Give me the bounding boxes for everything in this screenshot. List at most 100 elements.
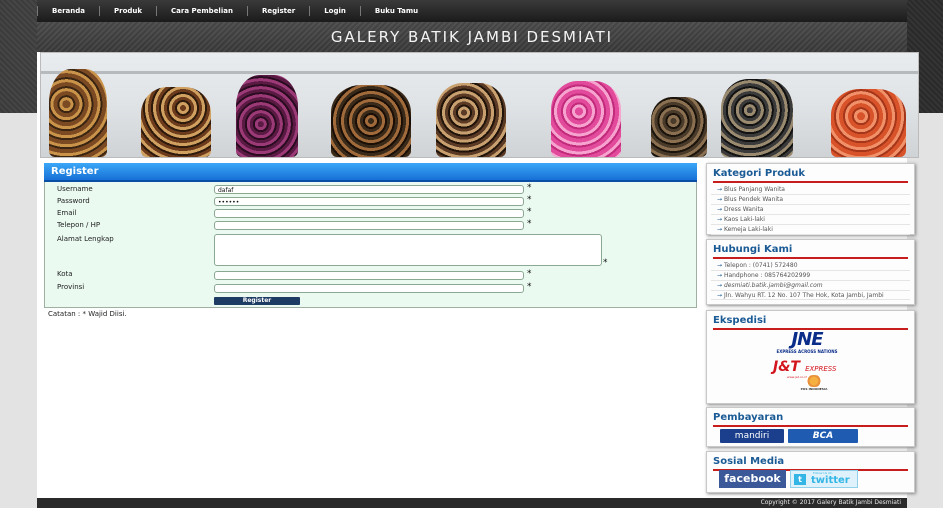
required-mark: *: [527, 195, 532, 205]
banner-shirt: [236, 75, 298, 157]
arrow-icon: →: [717, 282, 724, 289]
sosial-box: Sosial Media facebook t Follow Us On twi…: [706, 451, 915, 493]
kategori-item-label: Blus Pendek Wanita: [723, 196, 784, 203]
kategori-box: Kategori Produk → Blus Panjang Wanita → …: [706, 163, 915, 235]
nav-login[interactable]: Login: [309, 6, 360, 16]
jne-tagline: EXPRESS ACROSS NATIONS: [776, 349, 838, 354]
contact-email[interactable]: → desmiati.batik.jambi@gmail.com: [711, 281, 910, 291]
kategori-item[interactable]: → Kaos Laki-laki: [711, 215, 910, 225]
required-mark: *: [527, 269, 532, 279]
twitter-button[interactable]: t Follow Us On twitter: [790, 470, 858, 488]
pos-emblem-icon: [805, 375, 823, 387]
ekspedisi-title: Ekspedisi: [713, 315, 767, 326]
email-input[interactable]: [214, 209, 524, 218]
telepon-input[interactable]: [214, 221, 524, 230]
contact-handphone: → Handphone : 085764202999: [711, 271, 910, 281]
arrow-icon: →: [717, 226, 724, 233]
contact-phone-text: Telepon : (0741) 572480: [723, 262, 798, 269]
register-button[interactable]: Register: [214, 297, 300, 305]
hubungi-box: Hubungi Kami → Telepon : (0741) 572480 →…: [706, 239, 915, 305]
kategori-item-label: Blus Panjang Wanita: [723, 186, 785, 193]
email-label: Email: [57, 209, 77, 217]
banner-shirt: [436, 83, 506, 157]
required-note: Catatan : * Wajid Diisi.: [48, 310, 127, 318]
banner-rail: [41, 71, 918, 74]
kategori-item-label: Kemeja Laki-laki: [723, 226, 773, 233]
required-mark: *: [527, 282, 532, 292]
nav-buku-tamu[interactable]: Buku Tamu: [359, 6, 432, 16]
kategori-title: Kategori Produk: [713, 168, 805, 179]
site-title: GALERY BATIK JAMBI DESMIATI: [330, 28, 614, 46]
jne-logo-text: JNE: [791, 329, 823, 350]
contact-handphone-text: Handphone : 085764202999: [723, 272, 811, 279]
password-label: Password: [57, 197, 90, 205]
pos-logo: POS INDONESIA: [789, 375, 839, 391]
arrow-icon: →: [717, 196, 724, 203]
register-title: Register: [51, 166, 99, 177]
kategori-item-label: Dress Wanita: [723, 206, 764, 213]
arrow-icon: →: [717, 272, 724, 279]
kategori-item[interactable]: → Kemeja Laki-laki: [711, 225, 910, 235]
banner-image: [40, 52, 919, 158]
kota-input[interactable]: [214, 271, 524, 280]
kategori-item-label: Kaos Laki-laki: [723, 216, 765, 223]
kategori-item[interactable]: → Blus Pendek Wanita: [711, 195, 910, 205]
provinsi-label: Provinsi: [57, 283, 85, 291]
kota-label: Kota: [57, 270, 73, 278]
arrow-icon: →: [717, 206, 724, 213]
twitter-text: twitter: [811, 475, 850, 486]
telepon-label: Telepon / HP: [57, 221, 101, 229]
top-nav: Beranda Produk Cara Pembelian Register L…: [37, 0, 907, 22]
banner-shirt: [651, 97, 707, 157]
kategori-item[interactable]: → Blus Panjang Wanita: [711, 185, 910, 195]
hubungi-title: Hubungi Kami: [713, 244, 793, 255]
nav-produk[interactable]: Produk: [98, 6, 156, 16]
nav-beranda[interactable]: Beranda: [37, 6, 99, 16]
copyright-text: Copyright © 2017 Galery Batik Jambi Desm…: [760, 499, 901, 506]
facebook-button[interactable]: facebook: [719, 470, 786, 488]
pembayaran-box: Pembayaran mandiri BCA: [706, 407, 915, 447]
title-underline: [713, 257, 908, 259]
arrow-icon: →: [717, 292, 724, 299]
title-underline: [713, 181, 908, 183]
ekspedisi-box: Ekspedisi JNE EXPRESS ACROSS NATIONS J&T…: [706, 310, 915, 404]
contact-address-text: Jln. Wahyu RT. 12 No. 107 The Hok, Kota …: [723, 292, 884, 299]
provinsi-input[interactable]: [214, 284, 524, 293]
alamat-label: Alamat Lengkap: [57, 235, 114, 243]
title-underline: [713, 425, 908, 427]
required-mark: *: [603, 258, 608, 268]
register-header: [44, 163, 697, 182]
kategori-item[interactable]: → Dress Wanita: [711, 205, 910, 215]
nav-register[interactable]: Register: [246, 6, 309, 16]
banner-shirt: [49, 69, 107, 157]
required-mark: *: [527, 183, 532, 193]
password-input[interactable]: ••••••: [214, 197, 524, 206]
contact-email-text: desmiati.batik.jambi@gmail.com: [723, 282, 823, 289]
alamat-textarea[interactable]: [214, 234, 602, 266]
contact-address: → Jln. Wahyu RT. 12 No. 107 The Hok, Kot…: [711, 291, 910, 300]
mandiri-logo: mandiri: [720, 429, 784, 443]
arrow-icon: →: [717, 186, 724, 193]
page-container: Beranda Produk Cara Pembelian Register L…: [37, 0, 919, 508]
jnt-tagline: EXPRESS: [805, 365, 837, 373]
pos-text: POS INDONESIA: [800, 387, 828, 391]
bca-logo: BCA: [788, 429, 858, 443]
username-input[interactable]: dafaf: [214, 185, 524, 194]
banner-shirt: [141, 87, 211, 157]
banner-shirt: [331, 85, 411, 157]
username-label: Username: [57, 185, 93, 193]
banner-shirt: [551, 81, 621, 157]
nav-cara-pembelian[interactable]: Cara Pembelian: [156, 6, 247, 16]
footer: Copyright © 2017 Galery Batik Jambi Desm…: [37, 498, 907, 508]
arrow-icon: →: [717, 216, 724, 223]
twitter-icon: t: [794, 474, 806, 485]
arrow-icon: →: [717, 262, 724, 269]
jnt-logo-text: J&T: [773, 359, 800, 375]
banner-shirt: [721, 79, 793, 157]
required-mark: *: [527, 207, 532, 217]
contact-phone: → Telepon : (0741) 572480: [711, 261, 910, 271]
banner-shirt: [831, 89, 906, 157]
sosial-title: Sosial Media: [713, 456, 785, 467]
required-mark: *: [527, 219, 532, 229]
jne-logo: JNE EXPRESS ACROSS NATIONS: [767, 329, 847, 355]
